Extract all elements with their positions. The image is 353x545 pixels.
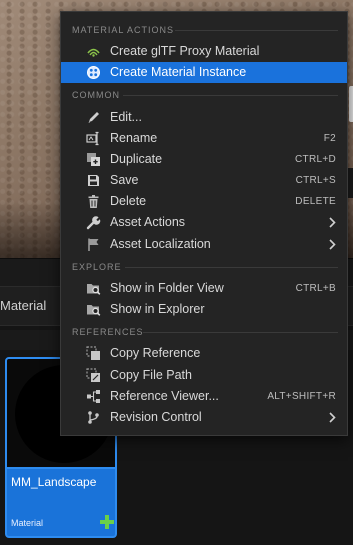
copy-reference-icon [86, 346, 101, 361]
menu-item-label: Asset Actions [110, 215, 186, 229]
asset-type: Material [11, 518, 44, 528]
menu-item-create-gltf-proxy-material[interactable]: Create glTF Proxy Material [61, 41, 347, 62]
asset-name: MM_Landscape [11, 475, 97, 489]
chevron-right-icon [328, 217, 336, 228]
menu-item-revision-control[interactable]: Revision Control [61, 407, 347, 428]
menu-item-label: Show in Folder View [110, 281, 224, 295]
menu-item-rename[interactable]: Rename F2 [61, 128, 347, 149]
folder-search-icon [86, 302, 101, 317]
add-badge-icon [100, 515, 114, 529]
menu-item-delete[interactable]: Delete DELETE [61, 191, 347, 212]
menu-item-save[interactable]: Save CTRL+S [61, 170, 347, 191]
section-header-common: COMMON [61, 86, 347, 104]
viewport-edge-widget [349, 86, 353, 122]
shortcut-label: ALT+SHIFT+R [267, 391, 336, 402]
menu-item-asset-actions[interactable]: Asset Actions [61, 212, 347, 233]
reference-viewer-icon [86, 389, 101, 404]
menu-item-label: Copy Reference [110, 346, 201, 360]
rename-icon [86, 131, 101, 146]
wrench-icon [86, 215, 101, 230]
menu-item-label: Revision Control [110, 410, 202, 424]
menu-item-asset-localization[interactable]: Asset Localization [61, 234, 347, 255]
menu-item-copy-reference[interactable]: Copy Reference [61, 343, 347, 364]
menu-item-label: Rename [110, 131, 158, 145]
menu-item-label: Reference Viewer... [110, 389, 219, 403]
flag-icon [86, 237, 101, 252]
gltf-icon [86, 44, 101, 59]
pencil-icon [86, 110, 101, 125]
shortcut-label: CTRL+B [295, 283, 336, 294]
menu-item-label: Save [110, 173, 139, 187]
folder-search-icon [86, 281, 101, 296]
menu-item-edit[interactable]: Edit... [61, 107, 347, 128]
copy-path-icon [86, 368, 101, 383]
shortcut-label: DELETE [295, 196, 336, 207]
tab-material[interactable]: Material [0, 298, 46, 313]
menu-item-reference-viewer[interactable]: Reference Viewer... ALT+SHIFT+R [61, 386, 347, 407]
duplicate-icon [86, 152, 101, 167]
chevron-right-icon [328, 412, 336, 423]
menu-item-create-material-instance[interactable]: Create Material Instance [61, 62, 347, 83]
save-icon [86, 173, 101, 188]
section-header-references: REFERENCES [61, 323, 347, 341]
menu-item-show-in-folder-view[interactable]: Show in Folder View CTRL+B [61, 278, 347, 299]
menu-item-show-in-explorer[interactable]: Show in Explorer [61, 299, 347, 320]
menu-item-label: Create Material Instance [110, 65, 247, 79]
section-header-material-actions: MATERIAL ACTIONS [61, 21, 347, 39]
trash-icon [86, 194, 101, 209]
menu-item-label: Edit... [110, 110, 142, 124]
material-instance-icon [86, 65, 101, 80]
menu-item-label: Duplicate [110, 152, 163, 166]
menu-item-label: Copy File Path [110, 368, 192, 382]
menu-item-duplicate[interactable]: Duplicate CTRL+D [61, 149, 347, 170]
shortcut-label: CTRL+S [295, 175, 336, 186]
shortcut-label: CTRL+D [295, 154, 336, 165]
menu-item-label: Create glTF Proxy Material [110, 44, 260, 58]
chevron-right-icon [328, 239, 336, 250]
section-header-explore: EXPLORE [61, 258, 347, 276]
shortcut-label: F2 [323, 133, 336, 144]
context-menu: MATERIAL ACTIONS Create glTF Proxy Mater… [60, 11, 348, 436]
menu-item-label: Show in Explorer [110, 302, 205, 316]
branch-icon [86, 410, 101, 425]
menu-item-label: Delete [110, 194, 147, 208]
menu-item-label: Asset Localization [110, 237, 211, 251]
menu-item-copy-file-path[interactable]: Copy File Path [61, 365, 347, 386]
